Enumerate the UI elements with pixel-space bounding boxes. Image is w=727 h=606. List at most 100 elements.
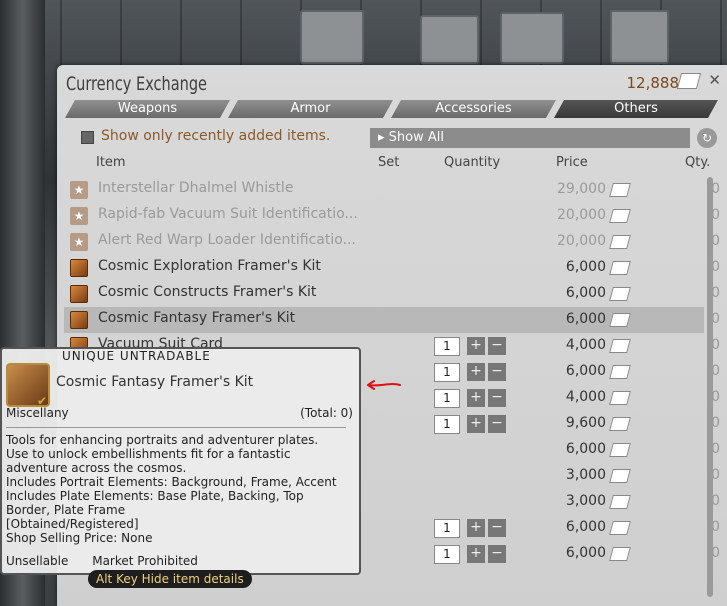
currency-icon <box>609 495 631 509</box>
item-price: 6,000 <box>565 545 606 561</box>
recent-checkbox[interactable] <box>81 131 94 144</box>
item-name: Cosmic Exploration Framer's Kit <box>98 258 321 274</box>
item-price: 3,000 <box>565 467 606 483</box>
currency-icon <box>609 417 631 431</box>
alt-key-hint: Alt Key Hide item details <box>88 570 252 588</box>
plus-button[interactable]: + <box>467 545 485 563</box>
item-price: 6,000 <box>565 285 606 301</box>
currency-icon <box>609 365 631 379</box>
description-line: [Obtained/Registered] <box>6 517 139 531</box>
background-crate <box>610 10 669 64</box>
quantity-input[interactable]: 1 <box>434 519 460 538</box>
divider <box>6 427 346 428</box>
item-name: Cosmic Fantasy Framer's Kit <box>98 310 296 326</box>
quantity-input[interactable]: 1 <box>434 363 460 382</box>
description-line: Border, Plate Frame <box>6 503 126 517</box>
minus-button[interactable]: − <box>488 337 506 355</box>
background-crate <box>300 10 364 64</box>
item-name: Rapid-fab Vacuum Suit Identificatio... <box>98 206 358 222</box>
quantity-input[interactable]: 1 <box>434 389 460 408</box>
minus-button[interactable]: − <box>488 415 506 433</box>
plus-button[interactable]: + <box>467 337 485 355</box>
star-icon: ★ <box>70 207 88 225</box>
currency-icon <box>676 73 702 89</box>
tooltip-item-name: Cosmic Fantasy Framer's Kit <box>56 374 254 390</box>
minus-button[interactable]: − <box>488 363 506 381</box>
item-price: 6,000 <box>565 259 606 275</box>
item-name: Interstellar Dhalmel Whistle <box>98 180 294 196</box>
quantity-input[interactable]: 1 <box>434 337 460 356</box>
recent-filter-label: Show only recently added items. <box>101 128 331 144</box>
description-line: Shop Selling Price: None <box>6 531 153 545</box>
red-arrow-annotation <box>367 380 401 390</box>
quantity-input[interactable]: 1 <box>434 545 460 564</box>
refresh-icon[interactable]: ↻ <box>697 128 717 148</box>
quantity-input[interactable]: 1 <box>434 415 460 434</box>
currency-icon <box>609 443 631 457</box>
column-headers: Item Set Quantity Price Qty. <box>57 155 727 171</box>
currency-icon <box>609 287 631 301</box>
item-tooltip: UNIQUE UNTRADABLE ✔ Cosmic Fantasy Frame… <box>0 347 361 575</box>
star-icon: ★ <box>70 233 88 251</box>
currency-icon <box>609 183 631 197</box>
item-price: 9,600 <box>565 415 606 431</box>
close-button[interactable]: ✕ <box>708 71 721 89</box>
description-line: Includes Portrait Elements: Background, … <box>6 475 337 489</box>
currency-icon <box>609 547 631 561</box>
list-item[interactable]: ★ Rapid-fab Vacuum Suit Identificatio...… <box>64 203 720 229</box>
tab-others[interactable]: Others <box>554 100 718 118</box>
item-price: 3,000 <box>565 493 606 509</box>
tab-accessories[interactable]: Accessories <box>391 100 556 118</box>
kit-icon <box>70 311 88 329</box>
market-flag: Market Prohibited <box>92 554 198 568</box>
minus-button[interactable]: − <box>488 519 506 537</box>
currency-amount: 12,888 <box>626 74 680 92</box>
item-price: 4,000 <box>565 389 606 405</box>
item-name: Cosmic Constructs Framer's Kit <box>98 284 317 300</box>
description-line: Tools for enhancing portraits and advent… <box>6 433 319 447</box>
list-item[interactable]: Cosmic Exploration Framer's Kit 6,000 0 <box>64 255 720 281</box>
tooltip-description: Tools for enhancing portraits and advent… <box>6 433 351 545</box>
item-price: 20,000 <box>557 207 606 223</box>
star-icon: ★ <box>70 181 88 199</box>
header-price: Price <box>556 155 588 170</box>
tab-armor[interactable]: Armor <box>228 100 393 118</box>
item-price: 4,000 <box>565 337 606 353</box>
item-price: 6,000 <box>565 441 606 457</box>
kit-icon <box>70 259 88 277</box>
tooltip-total: (Total: 0) <box>300 406 353 420</box>
currency-icon <box>609 235 631 249</box>
currency-icon <box>609 261 631 275</box>
plus-button[interactable]: + <box>467 415 485 433</box>
plus-button[interactable]: + <box>467 519 485 537</box>
show-filter-dropdown[interactable]: ▸ Show All <box>370 128 690 148</box>
minus-button[interactable]: − <box>488 389 506 407</box>
description-line: adventure across the cosmos. <box>6 461 187 475</box>
currency-icon <box>609 339 631 353</box>
item-price: 6,000 <box>565 363 606 379</box>
header-quantity: Quantity <box>444 155 501 170</box>
unsellable-flag: Unsellable <box>6 554 69 568</box>
tooltip-tags: UNIQUE UNTRADABLE <box>62 349 211 363</box>
item-price: 29,000 <box>557 181 606 197</box>
currency-icon <box>609 209 631 223</box>
header-qty: Qty. <box>685 155 711 170</box>
list-item[interactable]: ★ Alert Red Warp Loader Identificatio...… <box>64 229 720 255</box>
item-price: 6,000 <box>565 311 606 327</box>
list-item[interactable]: ★ Interstellar Dhalmel Whistle 29,000 0 <box>64 177 720 203</box>
minus-button[interactable]: − <box>488 545 506 563</box>
currency-icon <box>609 469 631 483</box>
currency-icon <box>609 313 631 327</box>
tab-weapons[interactable]: Weapons <box>65 100 230 118</box>
item-name: Alert Red Warp Loader Identificatio... <box>98 232 356 248</box>
item-price: 6,000 <box>565 519 606 535</box>
plus-button[interactable]: + <box>467 363 485 381</box>
list-item-selected[interactable]: Cosmic Fantasy Framer's Kit 6,000 0 <box>64 307 720 333</box>
plus-button[interactable]: + <box>467 389 485 407</box>
list-scrollbar[interactable] <box>707 177 713 597</box>
header-set: Set <box>378 155 400 170</box>
list-item[interactable]: Cosmic Constructs Framer's Kit 6,000 0 <box>64 281 720 307</box>
tooltip-flags: Unsellable Market Prohibited <box>6 554 218 568</box>
currency-icon <box>609 391 631 405</box>
kit-icon <box>70 285 88 303</box>
